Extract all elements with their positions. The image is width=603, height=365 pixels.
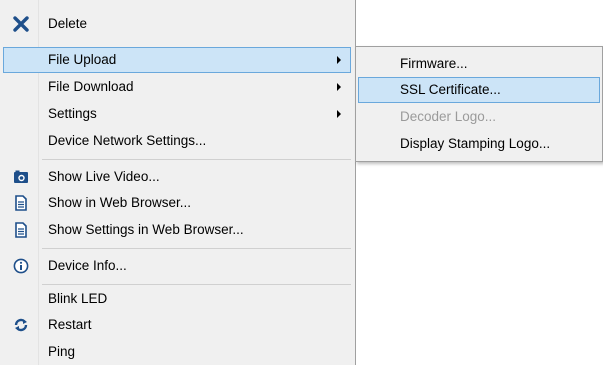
menu-item-blink-led[interactable]: Blink LED [3,286,351,312]
menu-item-label: Restart [48,317,92,332]
menu-separator [42,159,351,160]
submenu-item-label: Decoder Logo... [400,109,497,124]
menu-item-label: Settings [48,106,97,121]
context-menu: Delete File Upload File Download Setting… [0,0,356,365]
menu-item-show-live-video[interactable]: Show Live Video... [3,164,351,190]
menu-item-label: Blink LED [48,291,108,306]
submenu-item-label: Firmware... [400,56,468,71]
submenu-item-label: Display Stamping Logo... [400,136,551,151]
close-icon [12,15,30,33]
menu-item-ping[interactable]: Ping [3,339,351,365]
submenu-item-label: SSL Certificate... [400,82,501,97]
menu-item-file-download[interactable]: File Download [3,74,351,100]
submenu-arrow-icon [337,83,341,91]
menu-separator [42,248,351,249]
menu-separator [42,284,351,285]
refresh-icon [12,316,30,334]
menu-item-label: Show in Web Browser... [48,195,192,210]
document-icon [12,221,30,239]
menu-item-label: File Download [48,79,134,94]
file-upload-submenu: Firmware... SSL Certificate... Decoder L… [355,46,603,162]
menu-item-label: Device Info... [48,258,127,273]
info-icon [12,257,30,275]
menu-item-show-settings-in-web-browser[interactable]: Show Settings in Web Browser... [3,217,351,243]
menu-item-label: Show Live Video... [48,169,160,184]
submenu-arrow-icon [337,56,341,64]
menu-item-delete[interactable]: Delete [3,11,351,37]
menu-item-device-info[interactable]: Device Info... [3,253,351,279]
menu-item-label: Show Settings in Web Browser... [48,222,244,237]
menu-item-show-in-web-browser[interactable]: Show in Web Browser... [3,190,351,216]
submenu-item-firmware[interactable]: Firmware... [358,51,600,77]
submenu-item-decoder-logo: Decoder Logo... [358,104,600,130]
submenu-item-display-stamping-logo[interactable]: Display Stamping Logo... [358,131,600,157]
camera-icon [12,168,30,186]
menu-item-restart[interactable]: Restart [3,312,351,338]
submenu-item-ssl-certificate[interactable]: SSL Certificate... [358,77,600,103]
menu-item-label: Delete [48,16,88,31]
menu-item-label: Ping [48,344,76,359]
menu-item-settings[interactable]: Settings [3,101,351,127]
submenu-arrow-icon [337,110,341,118]
menu-item-device-network-settings[interactable]: Device Network Settings... [3,128,351,154]
document-icon [12,194,30,212]
menu-item-label: File Upload [48,52,117,67]
menu-item-file-upload[interactable]: File Upload [3,47,351,73]
menu-item-label: Device Network Settings... [48,133,207,148]
